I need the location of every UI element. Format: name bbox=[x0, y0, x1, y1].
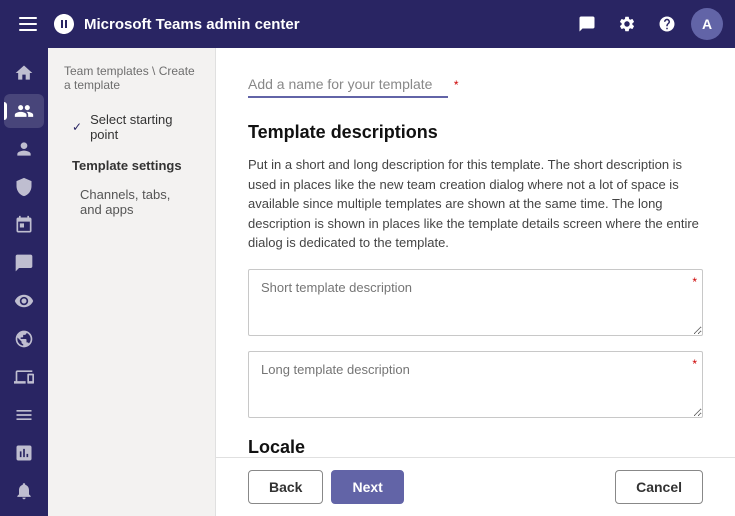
long-desc-required: * bbox=[692, 357, 697, 371]
content-area: * Template descriptions Put in a short a… bbox=[216, 48, 735, 457]
descriptions-title: Template descriptions bbox=[248, 122, 703, 143]
next-button[interactable]: Next bbox=[331, 470, 403, 504]
footer: Back Next Cancel bbox=[216, 457, 735, 516]
sidebar-item-devices[interactable] bbox=[4, 360, 44, 394]
back-button[interactable]: Back bbox=[248, 470, 323, 504]
sidebar-item-meetings[interactable] bbox=[4, 208, 44, 242]
settings-icon-button[interactable] bbox=[611, 8, 643, 40]
main-layout: Team templates \ Create a template ✓ Sel… bbox=[0, 48, 735, 516]
short-desc-required: * bbox=[692, 275, 697, 289]
locale-title: Locale bbox=[248, 437, 703, 458]
sidebar-item-home[interactable] bbox=[4, 56, 44, 90]
nav-item-label-settings: Template settings bbox=[72, 158, 182, 173]
content-inner: * Template descriptions Put in a short a… bbox=[216, 48, 735, 457]
short-description-wrapper: * bbox=[248, 269, 703, 339]
sidebar-item-analytics[interactable] bbox=[4, 398, 44, 432]
user-avatar[interactable]: A bbox=[691, 8, 723, 40]
cancel-button[interactable]: Cancel bbox=[615, 470, 703, 504]
chat-icon-button[interactable] bbox=[571, 8, 603, 40]
sidebar-item-globe[interactable] bbox=[4, 322, 44, 356]
nav-item-channels[interactable]: Channels, tabs, and apps bbox=[56, 181, 207, 223]
app-logo: Microsoft Teams admin center bbox=[52, 12, 571, 36]
nav-item-label-select: Select starting point bbox=[90, 112, 191, 142]
sidebar-item-teams[interactable] bbox=[4, 94, 44, 128]
nav-item-label-channels: Channels, tabs, and apps bbox=[80, 187, 170, 217]
check-icon: ✓ bbox=[72, 120, 82, 134]
app-title: Microsoft Teams admin center bbox=[84, 16, 300, 33]
sidebar-item-alerts[interactable] bbox=[4, 474, 44, 508]
topbar-icons: A bbox=[571, 8, 723, 40]
hamburger-button[interactable] bbox=[12, 8, 44, 40]
help-icon-button[interactable] bbox=[651, 8, 683, 40]
icon-sidebar bbox=[0, 48, 48, 516]
topbar: Microsoft Teams admin center A bbox=[0, 0, 735, 48]
descriptions-body: Put in a short and long description for … bbox=[248, 155, 703, 253]
required-star: * bbox=[454, 78, 459, 92]
sidebar-item-messaging[interactable] bbox=[4, 246, 44, 280]
long-description-textarea[interactable] bbox=[248, 351, 703, 418]
sidebar-item-roles[interactable] bbox=[4, 170, 44, 204]
nav-item-select-starting-point[interactable]: ✓ Select starting point bbox=[56, 104, 207, 150]
sidebar-item-reports[interactable] bbox=[4, 436, 44, 470]
sidebar-item-users[interactable] bbox=[4, 132, 44, 166]
descriptions-section: Template descriptions Put in a short and… bbox=[248, 122, 703, 421]
long-description-wrapper: * bbox=[248, 351, 703, 421]
nav-sidebar: Team templates \ Create a template ✓ Sel… bbox=[48, 48, 216, 516]
template-name-field: * bbox=[248, 72, 703, 98]
locale-section: Locale Choose a locale for this template… bbox=[248, 437, 703, 458]
nav-item-template-settings[interactable]: Template settings bbox=[56, 150, 207, 181]
sidebar-item-monitor[interactable] bbox=[4, 284, 44, 318]
breadcrumb: Team templates \ Create a template bbox=[48, 60, 215, 104]
template-name-input[interactable] bbox=[248, 72, 448, 98]
short-description-textarea[interactable] bbox=[248, 269, 703, 336]
